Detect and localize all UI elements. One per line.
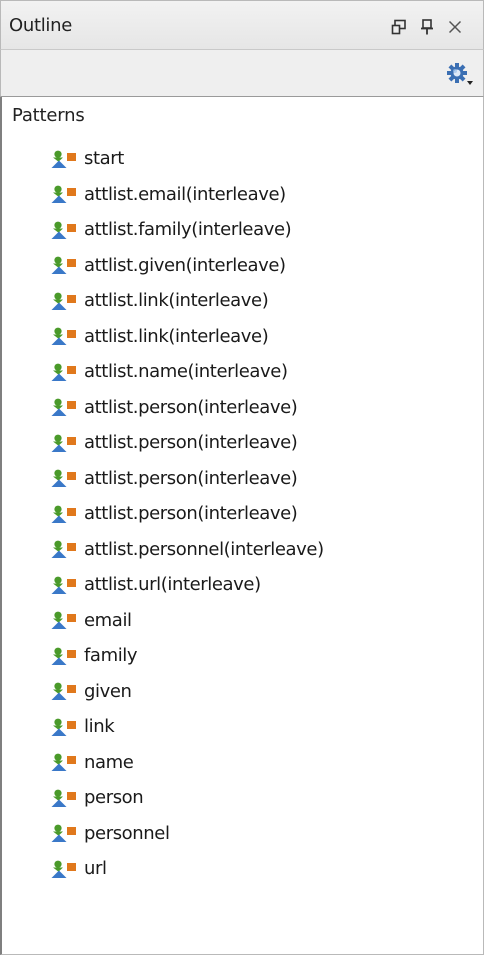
pattern-icon [51, 398, 76, 417]
tree-root-patterns[interactable]: Patterns [12, 105, 85, 127]
pattern-list: start attlist.email(interleave) attlist.… [2, 141, 482, 887]
tree-item-2[interactable]: attlist.family(interleave) [2, 212, 482, 248]
panel-title: Outline [9, 15, 73, 36]
tree-item-label: email [84, 609, 132, 631]
pattern-icon [51, 611, 76, 630]
tree-item-label: attlist.family(interleave) [84, 219, 292, 241]
pattern-icon [51, 753, 76, 772]
tree-item-16[interactable]: link [2, 709, 482, 745]
tree-item-14[interactable]: family [2, 638, 482, 674]
outline-toolbar [0, 50, 484, 97]
tree-item-5[interactable]: attlist.link(interleave) [2, 319, 482, 355]
tree-item-3[interactable]: attlist.given(interleave) [2, 248, 482, 284]
tree-item-6[interactable]: attlist.name(interleave) [2, 354, 482, 390]
tree-item-label: given [84, 680, 132, 702]
tree-item-label: attlist.link(interleave) [84, 290, 269, 312]
tree-item-11[interactable]: attlist.personnel(interleave) [2, 532, 482, 568]
pattern-icon [51, 256, 76, 275]
pattern-icon [51, 682, 76, 701]
pattern-icon [51, 292, 76, 310]
pattern-icon [51, 647, 76, 665]
tree-item-label: link [84, 716, 115, 738]
pattern-icon [51, 540, 76, 559]
tree-item-8[interactable]: attlist.person(interleave) [2, 425, 482, 461]
tree-item-1[interactable]: attlist.email(interleave) [2, 177, 482, 213]
settings-gear-icon[interactable] [445, 62, 475, 88]
tree-item-17[interactable]: name [2, 745, 482, 781]
tree-item-label: attlist.name(interleave) [84, 361, 288, 383]
tree-item-label: attlist.person(interleave) [84, 396, 298, 418]
tree-item-4[interactable]: attlist.link(interleave) [2, 283, 482, 319]
pin-icon[interactable] [418, 18, 436, 36]
tree-item-20[interactable]: url [2, 851, 482, 887]
pattern-icon [51, 150, 76, 168]
pattern-icon [51, 221, 76, 239]
tree-item-10[interactable]: attlist.person(interleave) [2, 496, 482, 532]
tree-item-label: family [84, 645, 138, 667]
pattern-icon [51, 434, 76, 452]
outline-panel: Outline Patterns start attlist.email(int… [0, 0, 484, 955]
pattern-icon [51, 576, 76, 594]
tree-item-label: url [84, 858, 107, 880]
tree-item-label: attlist.personnel(interleave) [84, 538, 324, 560]
tree-item-18[interactable]: person [2, 780, 482, 816]
tree-item-label: attlist.link(interleave) [84, 325, 269, 347]
tree-item-12[interactable]: attlist.url(interleave) [2, 567, 482, 603]
pattern-icon [51, 363, 76, 381]
tree-item-label: name [84, 751, 134, 773]
tree-item-0[interactable]: start [2, 141, 482, 177]
tree-item-15[interactable]: given [2, 674, 482, 710]
tree-item-9[interactable]: attlist.person(interleave) [2, 461, 482, 497]
panel-title-bar: Outline [0, 0, 484, 50]
tree-item-label: attlist.person(interleave) [84, 432, 298, 454]
tree-item-label: attlist.given(interleave) [84, 254, 286, 276]
tree-item-label: start [84, 148, 124, 170]
pattern-icon [51, 185, 76, 204]
tree-item-label: attlist.person(interleave) [84, 503, 298, 525]
tree-item-7[interactable]: attlist.person(interleave) [2, 390, 482, 426]
tree-item-19[interactable]: personnel [2, 816, 482, 852]
pattern-icon [51, 789, 76, 807]
tree-item-13[interactable]: email [2, 603, 482, 639]
tree-item-label: person [84, 787, 144, 809]
tree-item-label: attlist.email(interleave) [84, 183, 286, 205]
restore-window-icon[interactable] [390, 18, 408, 36]
pattern-icon [51, 505, 76, 523]
tree-item-label: attlist.person(interleave) [84, 467, 298, 489]
pattern-icon [51, 824, 76, 843]
close-icon[interactable] [446, 18, 464, 36]
tree-item-label: personnel [84, 822, 170, 844]
outline-tree-view[interactable]: Patterns start attlist.email(interleave)… [0, 97, 484, 955]
pattern-icon [51, 327, 76, 346]
pattern-icon [51, 860, 76, 878]
tree-item-label: attlist.url(interleave) [84, 574, 261, 596]
pattern-icon [51, 469, 76, 488]
pattern-icon [51, 718, 76, 736]
